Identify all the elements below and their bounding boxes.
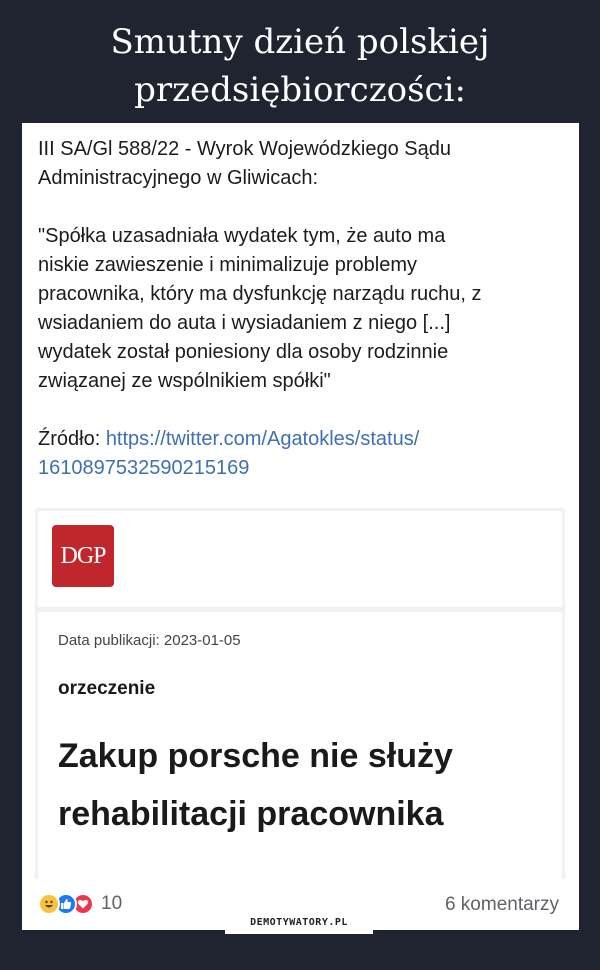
- comments-link[interactable]: 6 komentarzy: [445, 894, 559, 916]
- reactions-summary[interactable]: 10: [38, 893, 122, 915]
- reaction-count: 10: [101, 893, 123, 914]
- article-category: orzeczenie: [58, 678, 156, 699]
- quote-line: pracownika, który ma dysfunkcję narządu …: [38, 283, 482, 305]
- headline-line-2: rehabilitacji pracownika: [58, 795, 444, 833]
- meme-title-line-2: przedsiębiorczości:: [134, 70, 466, 110]
- haha-icon: [38, 893, 60, 915]
- quote-line: związanej ze wspólnikiem spółki": [38, 370, 331, 392]
- article-body: Data publikacji: 2023-01-05 orzeczenie Z…: [38, 612, 562, 879]
- quote-line: wsiadaniem do auta i wysiadaniem z niego…: [38, 312, 451, 334]
- article-header: DGP: [38, 511, 562, 607]
- publication-date: Data publikacji: 2023-01-05: [58, 632, 241, 649]
- quote-line: niskie zawieszenie i minimalizuje proble…: [38, 254, 418, 276]
- post-text: III SA/Gl 588/22 - Wyrok Wojewódzkiego S…: [38, 135, 568, 483]
- article-headline: Zakup porsche nie służy rehabilitacji pr…: [58, 727, 538, 843]
- quote-line: "Spółka uzasadniała wydatek tym, że auto…: [38, 225, 446, 247]
- post-text-line: III SA/Gl 588/22 - Wyrok Wojewódzkiego S…: [38, 138, 451, 160]
- dgp-logo: DGP: [52, 525, 114, 587]
- source-link-continued[interactable]: 1610897532590215169: [38, 457, 249, 479]
- source-line: Źródło: https://twitter.com/Agatokles/st…: [38, 425, 568, 454]
- headline-line-1: Zakup porsche nie służy: [58, 737, 453, 775]
- facebook-post-card: III SA/Gl 588/22 - Wyrok Wojewódzkiego S…: [22, 123, 579, 930]
- source-line: 1610897532590215169: [38, 454, 568, 483]
- source-label: Źródło:: [38, 428, 106, 450]
- meme-title: Smutny dzień polskiej przedsiębiorczości…: [0, 18, 600, 114]
- demotywatory-watermark: DEMOTYWATORY.PL: [225, 912, 373, 934]
- post-text-line: Administracyjnego w Gliwicach:: [38, 167, 319, 189]
- quote-line: wydatek został poniesiony dla osoby rodz…: [38, 341, 449, 363]
- article-screenshot: DGP Data publikacji: 2023-01-05 orzeczen…: [36, 509, 564, 879]
- meme-title-line-1: Smutny dzień polskiej: [110, 22, 490, 62]
- source-link[interactable]: https://twitter.com/Agatokles/status/: [106, 428, 419, 450]
